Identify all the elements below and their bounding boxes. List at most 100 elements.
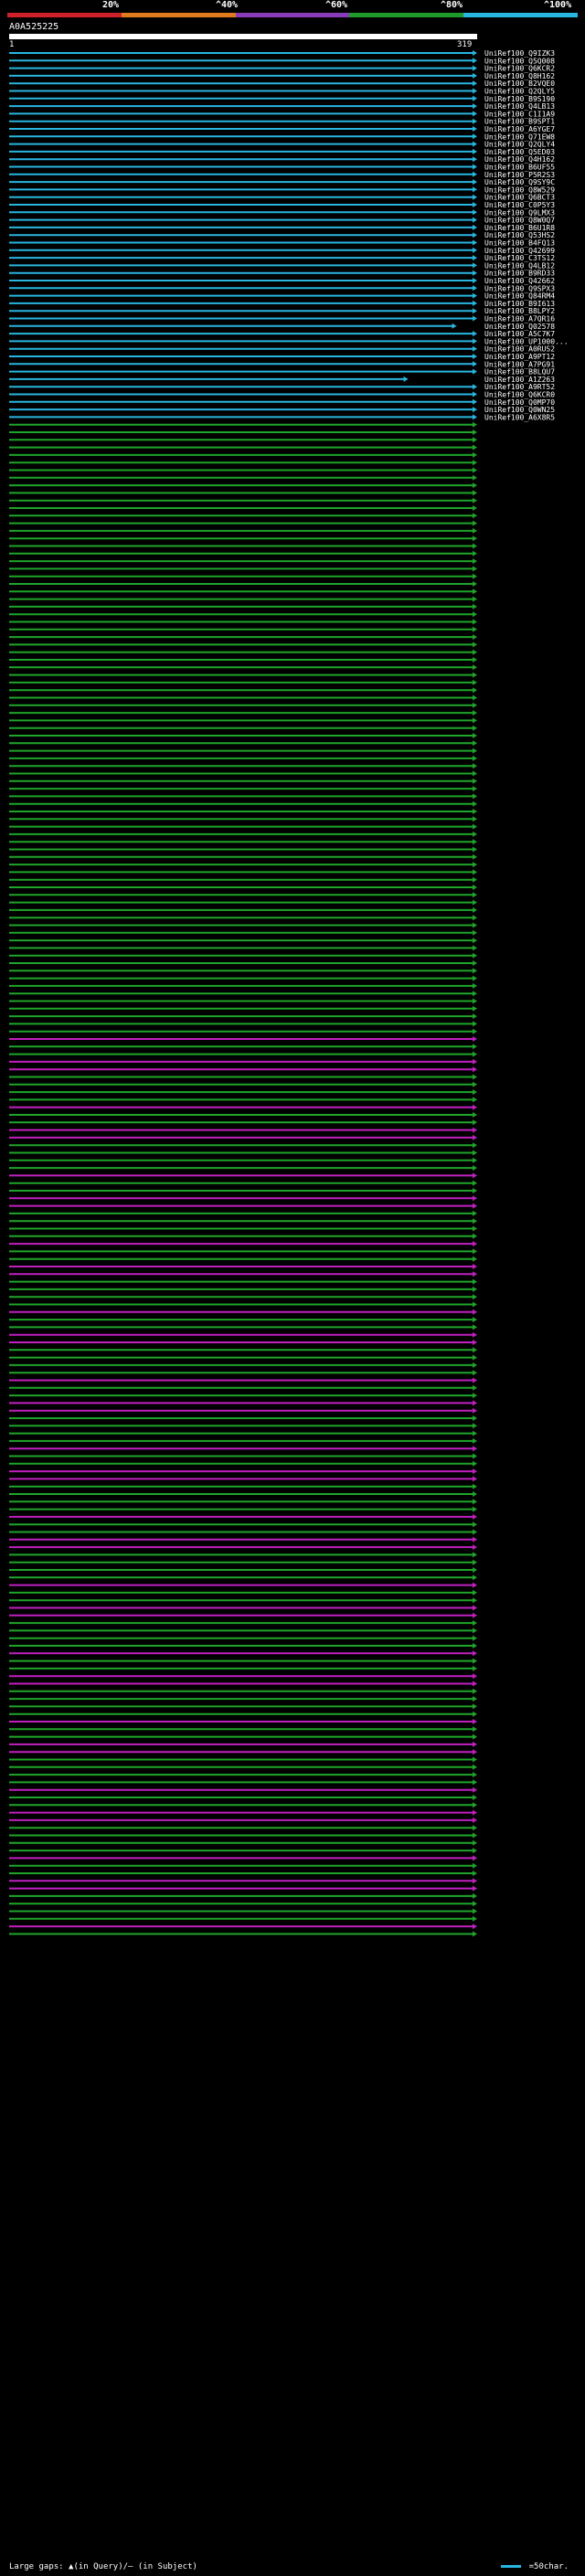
hit-arrow xyxy=(473,1044,477,1050)
hit-arrow xyxy=(473,1423,477,1429)
hit-arrow xyxy=(473,1142,477,1149)
hit-arrow xyxy=(473,687,477,694)
hit-arrow xyxy=(473,1582,477,1588)
hit-arrow xyxy=(473,156,477,163)
hit-arrow xyxy=(473,1795,477,1800)
hit-arrow xyxy=(473,755,477,761)
hit-arrow xyxy=(473,1347,477,1353)
hit-arrow xyxy=(473,1643,477,1648)
hit-arrow xyxy=(473,1931,477,1937)
hit-arrow xyxy=(473,1354,477,1361)
hit-arrow xyxy=(473,1786,477,1793)
hit-arrow xyxy=(473,407,477,413)
hit-arrow xyxy=(473,1680,477,1687)
hit-arrow xyxy=(473,467,477,473)
hit-arrow xyxy=(473,581,477,587)
hit-arrow xyxy=(473,1104,477,1110)
hit-arrow xyxy=(473,315,477,322)
hit-arrow xyxy=(473,262,477,269)
hit-arrow xyxy=(473,786,477,792)
hit-arrow xyxy=(473,535,477,542)
hit-arrow xyxy=(473,1719,477,1724)
hit-arrow xyxy=(473,1127,477,1133)
hit-arrow xyxy=(473,1256,477,1262)
hit-arrow xyxy=(473,1407,477,1414)
hit-arrow xyxy=(473,960,477,966)
hit-arrow xyxy=(473,1635,477,1641)
hit-arrow xyxy=(473,224,477,230)
hit-arrow xyxy=(473,1848,477,1854)
hit-arrow xyxy=(473,899,477,906)
hit-arrow xyxy=(473,892,477,898)
hit-label[interactable]: UniRef100_A6X8R5 xyxy=(484,413,555,421)
hit-arrow xyxy=(473,148,477,154)
hit-arrow xyxy=(473,345,477,352)
hit-arrow xyxy=(473,1711,477,1717)
hit-arrow xyxy=(473,862,477,868)
hit-arrow xyxy=(473,1825,477,1831)
hit-arrow xyxy=(473,1468,477,1475)
hit-arrow xyxy=(473,1021,477,1027)
hit-arrow xyxy=(473,1597,477,1604)
hit-arrow xyxy=(473,952,477,959)
hit-arrow xyxy=(473,1081,477,1087)
hit-arrow xyxy=(473,657,477,663)
hit-arrow xyxy=(473,915,477,921)
hit-arrow xyxy=(473,1119,477,1126)
hit-arrow xyxy=(473,1165,477,1171)
hit-arrow xyxy=(473,1074,477,1080)
hit-arrow xyxy=(473,460,477,466)
hit-arrow xyxy=(473,1855,477,1861)
hit-arrow xyxy=(473,1089,477,1096)
hit-arrow xyxy=(473,444,477,451)
hit-arrow xyxy=(473,982,477,989)
hit-arrow xyxy=(473,1028,477,1034)
hit-arrow xyxy=(473,975,477,981)
hit-arrow xyxy=(473,126,477,132)
hit-arrow xyxy=(473,292,477,299)
hit-arrow xyxy=(473,1612,477,1618)
hit-arrow xyxy=(473,1650,477,1657)
hit-arrow xyxy=(473,209,477,216)
hit-arrow xyxy=(473,733,477,738)
hit-arrow xyxy=(473,384,477,390)
hit-arrow xyxy=(473,778,477,784)
hit-arrow xyxy=(473,702,477,708)
hit-arrow xyxy=(473,809,477,814)
hit-arrow xyxy=(473,437,477,443)
hit-arrow xyxy=(473,1726,477,1733)
hit-arrow xyxy=(473,300,477,306)
hit-arrow xyxy=(473,1210,477,1216)
hit-arrow xyxy=(473,1013,477,1020)
hit-arrow xyxy=(473,513,477,519)
hit-arrow xyxy=(473,1248,477,1255)
hit-arrow xyxy=(473,1157,477,1163)
hit-arrow xyxy=(473,505,477,511)
hit-arrow xyxy=(473,1589,477,1595)
hit-arrow xyxy=(473,1703,477,1710)
hit-arrow xyxy=(473,1802,477,1808)
hit-arrow xyxy=(473,831,477,837)
hit-arrow xyxy=(473,217,477,223)
hit-arrow xyxy=(473,679,477,685)
scale-label: =50char. xyxy=(528,2562,569,2571)
hit-arrow xyxy=(473,770,477,777)
hit-arrow xyxy=(473,338,477,345)
hit-arrow xyxy=(473,1809,477,1816)
hit-arrow xyxy=(473,1415,477,1421)
hit-arrow xyxy=(473,1278,477,1285)
hit-arrow xyxy=(473,763,477,769)
hit-arrow xyxy=(473,1233,477,1239)
hit-arrow xyxy=(473,558,477,565)
hit-arrow xyxy=(473,566,477,572)
hit-arrow xyxy=(473,1036,477,1042)
hit-arrow xyxy=(473,1460,477,1467)
hit-arrow xyxy=(473,717,477,724)
hit-arrow xyxy=(473,869,477,875)
hit-arrow xyxy=(473,1180,477,1186)
hit-arrow xyxy=(452,323,457,329)
hit-arrow xyxy=(473,179,477,186)
hit-arrow xyxy=(473,1400,477,1406)
hit-arrow xyxy=(473,1839,477,1846)
hit-arrow xyxy=(473,1437,477,1444)
